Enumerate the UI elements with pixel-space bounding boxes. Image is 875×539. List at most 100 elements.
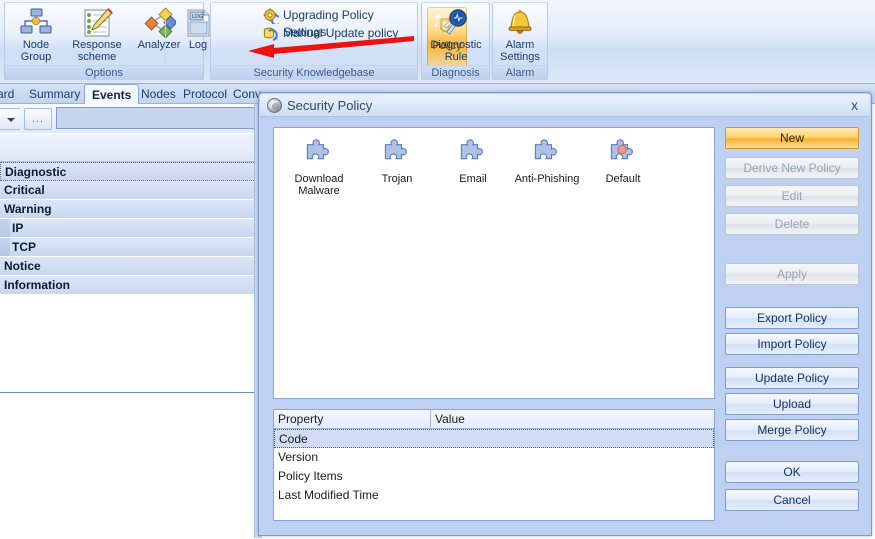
tree-indent bbox=[0, 238, 10, 256]
kb-item-manual-update-policy-label: Manual Update policy bbox=[283, 26, 399, 40]
tab-summary-label: Summary bbox=[29, 87, 81, 101]
new-button[interactable]: New bbox=[725, 127, 859, 149]
tree-row-notice[interactable]: Notice bbox=[0, 257, 262, 276]
tree-row-warning-label: Warning bbox=[4, 202, 52, 216]
puzzle-piece-icon bbox=[530, 138, 564, 170]
svg-text:LOG: LOG bbox=[192, 14, 204, 20]
policy-icon-list[interactable]: Download Malware Trojan Email Anti-Phish… bbox=[273, 127, 715, 399]
ribbon-button-alarm-settings[interactable]: Alarm Settings bbox=[492, 5, 548, 63]
table-row[interactable]: Version bbox=[274, 448, 714, 467]
cell-property: Last Modified Time bbox=[278, 488, 379, 502]
tab-protocol-label: Protocol bbox=[183, 87, 228, 101]
ribbon-button-diagnostic-rule-line2: Rule bbox=[444, 50, 468, 63]
ribbon-group-alarm-label: Alarm bbox=[493, 65, 547, 80]
table-row[interactable]: Code bbox=[274, 429, 714, 448]
tree-row-ip-label: IP bbox=[12, 221, 24, 235]
tree-row-critical[interactable]: Critical bbox=[0, 181, 262, 200]
cell-value bbox=[432, 430, 713, 447]
kb-item-manual-update-policy[interactable]: Manual Update policy bbox=[263, 25, 398, 42]
ribbon-button-node-group[interactable]: Node Group bbox=[7, 5, 65, 63]
search-input[interactable] bbox=[57, 108, 261, 128]
tree-row-diagnostic[interactable]: Diagnostic bbox=[0, 162, 262, 181]
tree-row-critical-label: Critical bbox=[4, 183, 45, 197]
policy-item-trojan-line1: Trojan bbox=[381, 173, 413, 185]
ribbon-button-diagnostic-rule-line1: Diagnostic bbox=[430, 39, 482, 51]
events-panel: ➤ ... Diagnostic Critical Warning IP TCP… bbox=[0, 104, 262, 539]
column-header-property: Property bbox=[274, 410, 431, 428]
edit-button[interactable]: Edit bbox=[725, 185, 859, 207]
puzzle-piece-icon bbox=[302, 138, 336, 170]
ribbon-button-alarm-settings-line2: Settings bbox=[500, 50, 540, 63]
close-icon[interactable]: x bbox=[851, 97, 858, 114]
search-input-wrapper[interactable] bbox=[56, 107, 262, 129]
dialog-title-bar[interactable]: Security Policy x bbox=[260, 94, 870, 117]
policy-item-trojan[interactable]: Trojan bbox=[358, 138, 436, 185]
response-scheme-icon bbox=[65, 7, 129, 39]
ribbon-button-diagnostic-rule[interactable]: Diagnostic Rule bbox=[426, 5, 486, 63]
more-options-button[interactable]: ... bbox=[24, 108, 52, 130]
policy-item-default[interactable]: Default bbox=[584, 138, 662, 185]
policy-item-email-line1: Email bbox=[459, 173, 487, 185]
merge-policy-button[interactable]: Merge Policy bbox=[725, 419, 859, 441]
dialog-button-panel: New Derive New Policy Edit Delete Apply … bbox=[725, 127, 863, 523]
ribbon-group-alarm: Alarm Settings Alarm bbox=[492, 2, 548, 80]
tree-row-warning[interactable]: Warning bbox=[0, 200, 262, 219]
tab-dashboard-label: ard bbox=[0, 87, 15, 101]
import-policy-button[interactable]: Import Policy bbox=[725, 333, 859, 355]
export-policy-button[interactable]: Export Policy bbox=[725, 307, 859, 329]
policy-item-download-malware[interactable]: Download Malware bbox=[280, 138, 358, 197]
cell-value bbox=[431, 486, 714, 505]
ribbon-group-diagnosis-label: Diagnosis bbox=[422, 65, 489, 80]
derive-new-policy-button[interactable]: Derive New Policy bbox=[725, 157, 859, 179]
ribbon-button-node-group-line1: Node bbox=[22, 39, 50, 51]
node-group-icon bbox=[7, 7, 65, 39]
cell-value bbox=[431, 448, 714, 467]
chevron-down-icon bbox=[7, 118, 15, 122]
delete-button[interactable]: Delete bbox=[725, 213, 859, 235]
ribbon-button-response-scheme-line1: Response bbox=[72, 39, 122, 51]
filter-dropdown-button[interactable]: ➤ bbox=[0, 108, 20, 130]
tree-row-information[interactable]: Information bbox=[0, 276, 262, 295]
policy-item-download-malware-line1: Download bbox=[294, 173, 344, 185]
dialog-app-icon bbox=[267, 98, 282, 113]
cell-value bbox=[431, 467, 714, 486]
table-row[interactable]: Policy Items bbox=[274, 467, 714, 486]
update-policy-button[interactable]: Update Policy bbox=[725, 367, 859, 389]
apply-button[interactable]: Apply bbox=[725, 263, 859, 285]
policy-item-default-line1: Default bbox=[605, 173, 641, 185]
security-policy-dialog: Security Policy x Download Malware Troja… bbox=[258, 92, 872, 536]
ribbon-separator bbox=[165, 9, 166, 61]
ribbon-group-security-knowledgebase: Policy Upgrading Policy Setti bbox=[210, 2, 467, 80]
more-options-label: ... bbox=[31, 113, 45, 125]
events-tree-list: Diagnostic Critical Warning IP TCP Notic… bbox=[0, 162, 262, 392]
policy-item-email[interactable]: Email bbox=[434, 138, 512, 185]
events-tree-header bbox=[0, 134, 262, 162]
policy-item-anti-phishing[interactable]: Anti-Phishing bbox=[508, 138, 586, 185]
tree-row-ip[interactable]: IP bbox=[0, 219, 262, 238]
policy-item-download-malware-line2: Malware bbox=[298, 185, 340, 197]
ribbon-group-security-knowledgebase-label: Security Knowledgebase bbox=[211, 65, 417, 80]
cell-property: Policy Items bbox=[278, 469, 343, 483]
cancel-button[interactable]: Cancel bbox=[725, 489, 859, 511]
ribbon-group-options: Node Group Response scheme Analyzer LOG … bbox=[4, 2, 210, 80]
column-header-value: Value bbox=[435, 412, 465, 426]
tree-row-information-label: Information bbox=[4, 278, 70, 292]
cell-property: Code bbox=[279, 432, 308, 446]
upload-button[interactable]: Upload bbox=[725, 393, 859, 415]
table-header-row: Property Value bbox=[274, 410, 714, 429]
ribbon-button-node-group-line2: Group bbox=[20, 50, 52, 63]
table-row[interactable]: Last Modified Time bbox=[274, 486, 714, 505]
ribbon-group-diagnosis: Diagnostic Rule Diagnosis bbox=[421, 2, 490, 80]
kb-item-upgrading-policy-settings[interactable]: Upgrading Policy Settings bbox=[263, 7, 417, 39]
ok-button[interactable]: OK bbox=[725, 461, 859, 483]
tab-events[interactable]: Events bbox=[84, 84, 140, 105]
tab-dashboard[interactable]: ard bbox=[0, 85, 21, 104]
puzzle-piece-default-icon bbox=[606, 138, 640, 170]
tree-row-tcp-label: TCP bbox=[12, 240, 36, 254]
tab-summary[interactable]: Summary bbox=[22, 85, 87, 104]
policy-property-table: Property Value Code Version Policy Items… bbox=[273, 409, 715, 521]
dialog-title: Security Policy bbox=[287, 98, 373, 113]
ribbon-button-response-scheme[interactable]: Response scheme bbox=[65, 5, 129, 63]
tree-row-tcp[interactable]: TCP bbox=[0, 238, 262, 257]
tree-row-notice-label: Notice bbox=[4, 259, 41, 273]
